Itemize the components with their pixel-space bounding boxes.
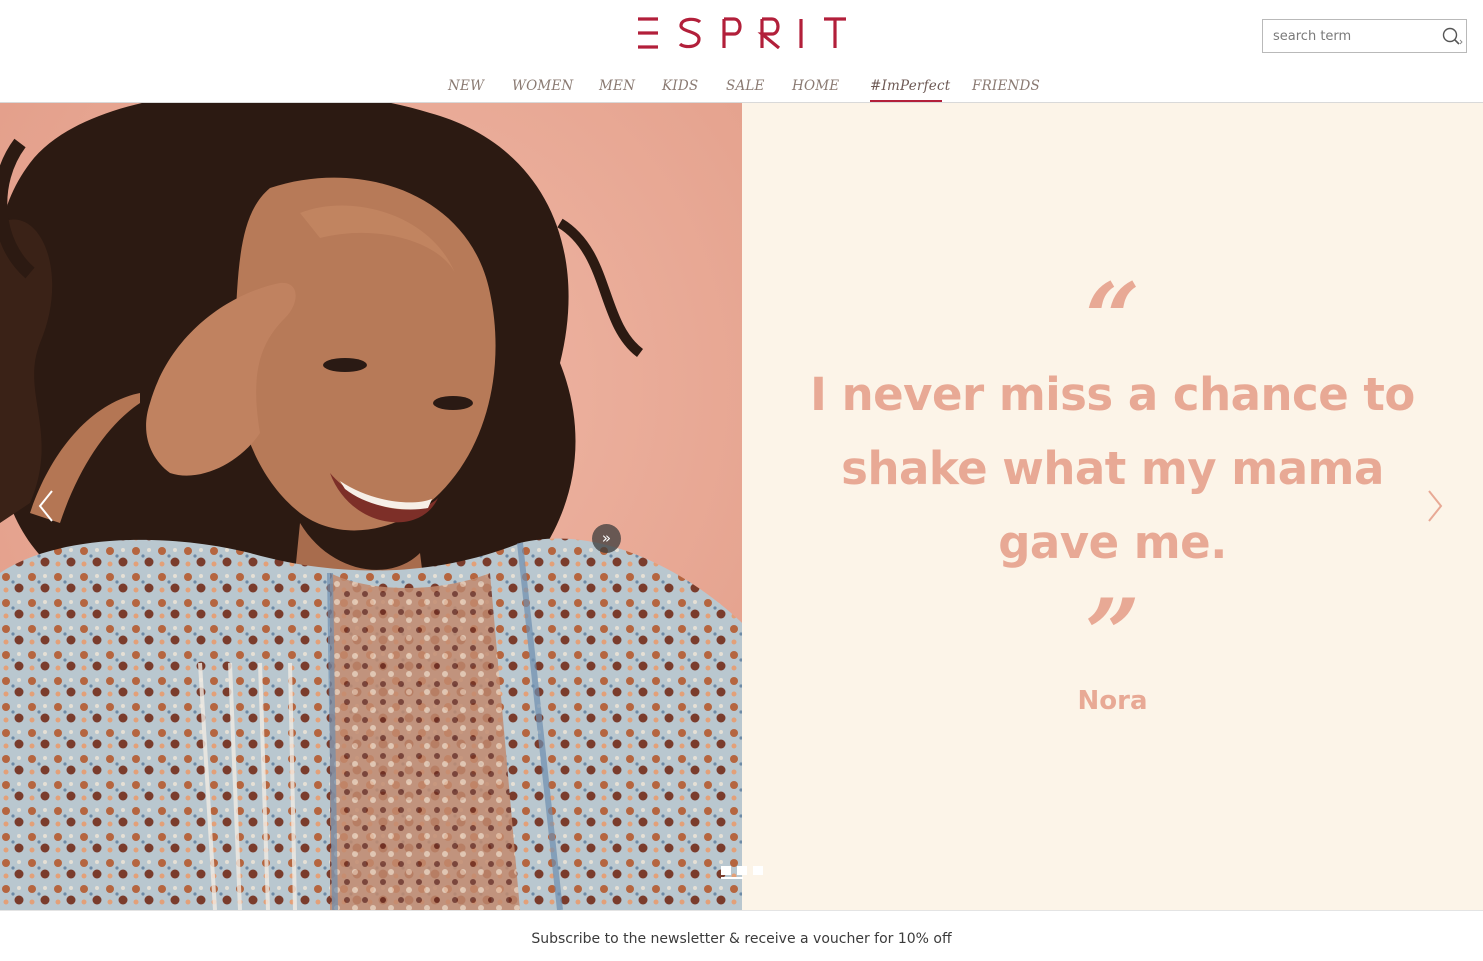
chevron-right-icon[interactable] bbox=[1425, 489, 1445, 523]
esprit-logo-wordmark bbox=[638, 17, 846, 49]
newsletter-bar[interactable]: Subscribe to the newsletter & receive a … bbox=[0, 910, 1483, 961]
slide-dot[interactable] bbox=[753, 866, 763, 875]
nav-item-men[interactable]: MEN bbox=[599, 78, 635, 94]
quote-panel: “ I never miss a chance to shake what my… bbox=[742, 103, 1483, 910]
quote-open-mark: “ bbox=[1084, 262, 1141, 375]
nav-item-kids[interactable]: KIDS bbox=[662, 78, 698, 94]
hero-slider: » “ I never miss a chance to shake what … bbox=[0, 103, 1483, 910]
newsletter-text: Subscribe to the newsletter & receive a … bbox=[531, 931, 952, 947]
nav-item-sale[interactable]: SALE bbox=[726, 78, 765, 94]
nav-item-women[interactable]: WOMEN bbox=[512, 78, 573, 94]
quote-close-mark: ” bbox=[1084, 578, 1141, 691]
quote-text: I never miss a chance to shake what my m… bbox=[802, 358, 1423, 580]
nav-item-friends[interactable]: FRIENDS bbox=[972, 78, 1040, 94]
nav-item-new[interactable]: NEW bbox=[448, 78, 484, 94]
quote-line: shake what my mama bbox=[841, 442, 1384, 495]
slide-active-bar bbox=[721, 877, 743, 879]
more-info-button[interactable]: » bbox=[592, 524, 621, 553]
hero-photo-illustration bbox=[0, 103, 742, 910]
esprit-logo[interactable] bbox=[638, 17, 846, 49]
quote-line: I never miss a chance to bbox=[810, 368, 1415, 421]
slide-indicator bbox=[721, 866, 763, 879]
nav-item-home[interactable]: HOME bbox=[792, 78, 839, 94]
slide-dot[interactable] bbox=[721, 866, 731, 875]
quote-line: gave me. bbox=[998, 516, 1227, 569]
site-header: NEW WOMEN MEN KIDS SALE HOME #ImPerfect … bbox=[0, 0, 1483, 103]
chevron-left-icon[interactable] bbox=[36, 489, 56, 523]
search-input[interactable] bbox=[1263, 20, 1438, 52]
hero-photo[interactable]: » bbox=[0, 103, 742, 910]
slide-dot[interactable] bbox=[737, 866, 747, 875]
nav-active-indicator bbox=[870, 100, 942, 102]
search-box bbox=[1262, 19, 1467, 53]
main-navigation: NEW WOMEN MEN KIDS SALE HOME #ImPerfect … bbox=[0, 76, 1483, 103]
nav-item-imperfect[interactable]: #ImPerfect bbox=[870, 78, 950, 94]
search-icon[interactable] bbox=[1442, 27, 1464, 47]
quote-author: Nora bbox=[1077, 686, 1148, 716]
